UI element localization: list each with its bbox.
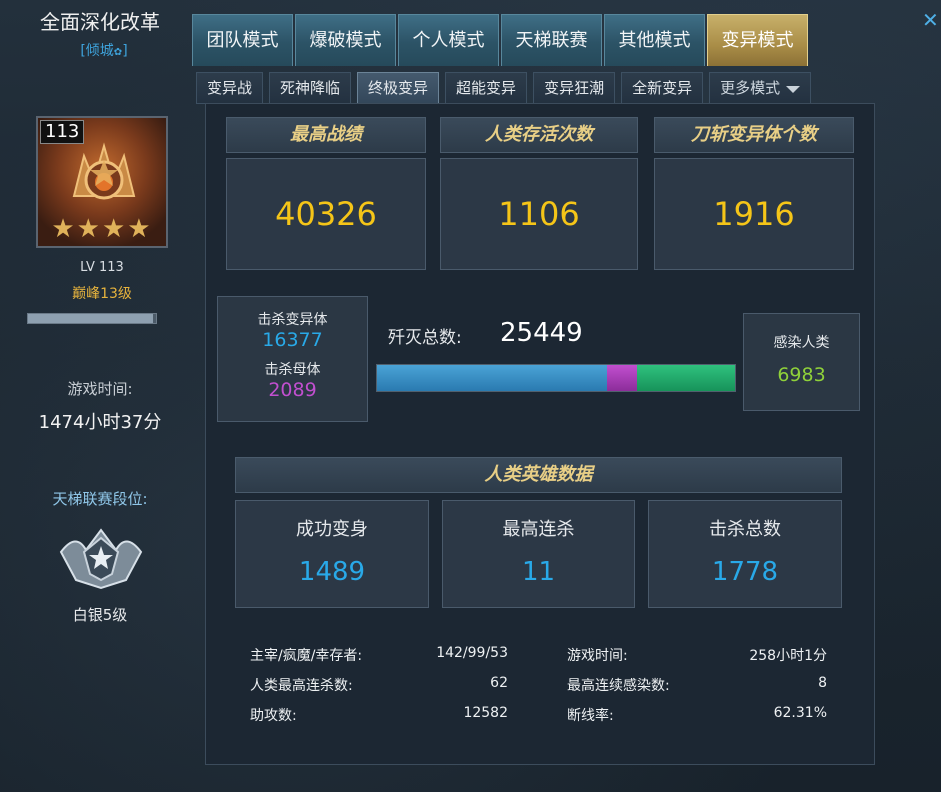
detail-row: 游戏时间: 258小时1分 xyxy=(567,645,827,665)
subtab-new-mutation[interactable]: 全新变异 xyxy=(621,72,704,104)
detail-label: 断线率: xyxy=(567,708,614,724)
chevron-down-icon xyxy=(786,86,801,93)
tab-other[interactable]: 其他模式 xyxy=(604,14,705,66)
hero-transform-value: 1489 xyxy=(298,557,366,587)
hero-kills-value: 1778 xyxy=(711,557,779,587)
detail-value: 62 xyxy=(490,675,508,691)
infect-box: 感染人类 6983 xyxy=(743,313,860,411)
hero-kills-label: 击杀总数 xyxy=(709,519,781,540)
exp-bar-fill xyxy=(28,314,154,323)
detail-row: 最高连续感染数: 8 xyxy=(567,675,827,695)
best-record-header: 最高战绩 xyxy=(226,117,426,153)
infect-label: 感染人类 xyxy=(773,335,830,351)
tab-demolition[interactable]: 爆破模式 xyxy=(295,14,396,66)
exp-bar xyxy=(27,313,157,324)
ratio-mutant-segment xyxy=(377,365,608,391)
hero-kills-box: 击杀总数 1778 xyxy=(648,500,842,608)
detail-value: 12582 xyxy=(463,705,508,721)
ratio-mother-segment xyxy=(607,365,637,391)
mode-tabs: 团队模式 爆破模式 个人模式 天梯联赛 其他模式 变异模式 xyxy=(192,14,810,66)
hero-streak-value: 11 xyxy=(521,557,556,587)
subtab-mutation-frenzy[interactable]: 变异狂潮 xyxy=(533,72,616,104)
hero-streak-box: 最高连杀 11 xyxy=(442,500,635,608)
more-modes-label: 更多模式 xyxy=(720,79,781,97)
player-name: 全面深化改革 xyxy=(40,10,160,34)
detail-label: 游戏时间: xyxy=(567,648,628,664)
total-eliminated-label: 歼灭总数: xyxy=(388,328,462,348)
close-icon[interactable]: ✕ xyxy=(922,8,939,32)
hero-transform-label: 成功变身 xyxy=(296,519,368,540)
rank-stars: ★★★★ xyxy=(51,214,153,244)
kill-breakdown-box: 击杀变异体 16377 击杀母体 2089 xyxy=(217,296,368,422)
detail-value: 142/99/53 xyxy=(436,645,508,661)
kill-ratio-bar xyxy=(376,364,736,392)
detail-row: 助攻数: 12582 xyxy=(250,705,508,725)
detail-row: 断线率: 62.31% xyxy=(567,705,827,725)
detail-value: 62.31% xyxy=(773,705,827,721)
hero-streak-label: 最高连杀 xyxy=(502,519,575,540)
detail-value: 258小时1分 xyxy=(749,648,827,664)
tab-team[interactable]: 团队模式 xyxy=(192,14,293,66)
detail-label: 助攻数: xyxy=(250,708,297,724)
detail-row: 主宰/疯魔/幸存者: 142/99/53 xyxy=(250,645,508,665)
clan-suffix: ] xyxy=(122,43,128,59)
hero-data-header: 人类英雄数据 xyxy=(235,457,842,493)
kill-mother-value: 2089 xyxy=(268,379,317,401)
rank-avatar: 113 ★★★★ xyxy=(36,116,168,248)
hero-transform-box: 成功变身 1489 xyxy=(235,500,429,608)
subtab-death-descends[interactable]: 死神降临 xyxy=(269,72,352,104)
ladder-label: 天梯联赛段位: xyxy=(52,490,148,508)
total-eliminated-value: 25449 xyxy=(500,318,583,348)
kill-mutant-value: 16377 xyxy=(262,329,323,351)
subtab-mutation-war[interactable]: 变异战 xyxy=(196,72,264,104)
silver-rank-icon xyxy=(59,528,143,590)
detail-label: 主宰/疯魔/幸存者: xyxy=(250,648,363,664)
knife-kills-value: 1916 xyxy=(654,158,854,270)
game-time-value: 1474小时37分 xyxy=(38,412,162,433)
tab-mutation[interactable]: 变异模式 xyxy=(707,14,808,66)
detail-label: 人类最高连杀数: xyxy=(250,678,353,694)
ratio-infect-segment xyxy=(636,365,735,391)
kill-mutant-label: 击杀变异体 xyxy=(257,312,328,328)
survival-count-value: 1106 xyxy=(440,158,638,270)
detail-label: 最高连续感染数: xyxy=(567,678,670,694)
tab-ladder[interactable]: 天梯联赛 xyxy=(501,14,602,66)
subtab-ultimate-mutation[interactable]: 终极变异 xyxy=(357,72,440,104)
clan-label: [倾城 xyxy=(80,43,114,59)
level-text: LV 113 xyxy=(80,260,124,275)
detail-row: 人类最高连杀数: 62 xyxy=(250,675,508,695)
clan-name[interactable]: [倾城✿] xyxy=(40,40,168,60)
ladder-rank: 白银5级 xyxy=(72,606,128,624)
rank-title: 巅峰13级 xyxy=(72,286,132,302)
survival-count-header: 人类存活次数 xyxy=(440,117,638,153)
infect-value: 6983 xyxy=(777,364,826,386)
sub-tabs: 变异战 死神降临 终极变异 超能变异 变异狂潮 全新变异 更多模式 xyxy=(196,72,817,104)
best-record-value: 40326 xyxy=(226,158,426,270)
knife-kills-header: 刀斩变异体个数 xyxy=(654,117,854,153)
detail-value: 8 xyxy=(818,675,827,691)
rank-emblem-icon xyxy=(72,142,136,200)
subtab-more-modes[interactable]: 更多模式 xyxy=(709,72,812,104)
kill-mother-label: 击杀母体 xyxy=(264,362,321,378)
game-time-label: 游戏时间: xyxy=(67,380,133,398)
tab-solo[interactable]: 个人模式 xyxy=(398,14,499,66)
subtab-super-mutation[interactable]: 超能变异 xyxy=(445,72,528,104)
flower-icon: ✿ xyxy=(113,47,123,58)
